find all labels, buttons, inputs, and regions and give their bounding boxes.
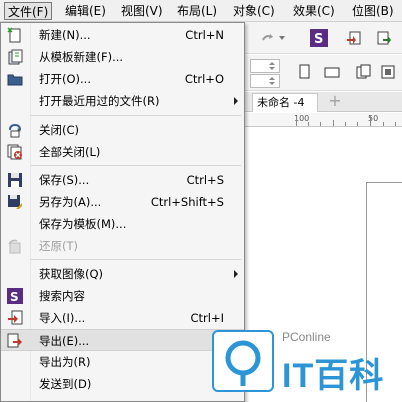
menu-separator [31,259,241,260]
menu-item-label: 导出为(R) [39,355,91,369]
save-icon [8,173,22,187]
new-tab-button[interactable]: + [326,92,344,111]
menu-item-label: 打开(O)... [39,72,91,86]
menu-item-label: 全部关闭(L) [39,145,101,159]
ruler-tick [357,122,358,126]
standard-toolbar: S [238,22,402,54]
menu-item-shortcut: Ctrl+Shift+S [150,195,224,209]
menu-item-save-as[interactable]: 另存为(A)... Ctrl+Shift+S [1,191,244,213]
menu-item-save-as-template[interactable]: 保存为模板(M)... [1,213,244,235]
horizontal-ruler[interactable]: 100 50 [238,113,402,127]
menu-item-label: 导入(I)... [39,311,86,325]
menu-item-close[interactable]: 关闭(C) [1,119,244,141]
menu-item-new[interactable]: 新建(N)... Ctrl+N [1,24,244,46]
spinner-down-icon[interactable] [268,76,276,86]
submenu-arrow-icon [234,270,238,278]
menu-item-label: 发送到(D) [39,377,92,391]
current-page-icon[interactable] [380,64,396,80]
menu-item-label: 导出(E)... [39,334,90,348]
ruler-tick [383,122,384,126]
menu-item-acquire-image[interactable]: 获取图像(Q) [1,263,244,285]
menu-item-label: 保存(S)... [39,173,90,187]
close-document-icon [9,123,21,138]
magnifier-logo-icon [225,340,261,386]
revert-icon [8,239,21,254]
ruler-tick [320,122,321,126]
menu-item-open-recent[interactable]: 打开最近用过的文件(R) [1,90,244,112]
ruler-tick [395,122,396,126]
svg-text:S: S [10,290,19,304]
menu-item-label: 新建(N)... [39,28,91,42]
pconline-watermark: PConline IT百科 [204,322,402,402]
menu-item-new-from-template[interactable]: 从模板新建(F)... [1,46,244,68]
new-document-icon [7,27,21,43]
redo-dropdown-icon[interactable] [278,34,286,42]
watermark-top-text: PConline [282,330,331,344]
menu-bitmap[interactable]: 位图(B) [349,2,397,20]
portrait-icon[interactable] [296,64,312,80]
menu-separator [31,115,241,116]
watermark-logo [212,330,274,392]
menu-item-save[interactable]: 保存(S)... Ctrl+S [1,169,244,191]
menu-item-search-content[interactable]: S 搜索内容 [1,285,244,307]
menu-item-open[interactable]: 打开(O)... Ctrl+O [1,68,244,90]
content-search-icon: S [7,288,23,304]
menu-item-shortcut: Ctrl+N [185,28,224,42]
menubar: 文件(F) 编辑(E) 视图(V) 布局(L) 对象(C) 效果(C) 位图(B… [0,0,402,22]
export-toolbar-icon[interactable] [376,30,392,46]
import-icon [8,310,23,325]
watermark-brand-text: IT百科 [282,357,385,395]
menu-item-label: 保存为模板(M)... [39,217,127,231]
menu-item-label: 搜索内容 [39,289,85,303]
menu-separator [31,165,241,166]
menu-file[interactable]: 文件(F) [4,2,53,20]
menu-item-revert: 还原(T) [1,235,244,257]
new-from-template-icon [8,49,23,65]
ruler-tick [333,120,334,126]
spinner-up-icon[interactable] [268,61,276,71]
menu-item-label: 还原(T) [39,239,78,253]
menu-item-label: 另存为(A)... [39,195,102,209]
menu-item-label: 关闭(C) [39,123,80,137]
property-bar [238,55,402,91]
folder-open-icon [7,74,23,86]
ruler-tick [296,116,297,126]
menu-effects[interactable]: 效果(C) [290,2,338,20]
corel-connect-icon[interactable]: S [310,29,328,47]
save-as-icon [8,195,22,209]
menu-item-shortcut: Ctrl+S [186,173,224,187]
menu-item-shortcut: Ctrl+O [184,72,224,86]
menu-item-label: 打开最近用过的文件(R) [39,94,160,108]
menu-object[interactable]: 对象(C) [230,2,278,20]
all-pages-icon[interactable] [356,64,372,80]
close-all-icon [7,144,22,160]
import-toolbar-icon[interactable] [346,30,362,46]
submenu-arrow-icon [234,97,238,105]
ruler-tick [308,122,309,126]
menu-item-label: 获取图像(Q) [39,267,104,281]
menu-view[interactable]: 视图(V) [118,2,166,20]
ruler-tick [370,116,371,126]
svg-text:S: S [314,32,323,47]
export-icon [7,333,22,348]
ruler-tick [345,122,346,126]
document-tab-bar: 未命名 -4 + [238,92,402,112]
document-tab[interactable]: 未命名 -4 [252,93,318,112]
menu-layout[interactable]: 布局(L) [174,2,220,20]
menu-item-label: 从模板新建(F)... [39,50,124,64]
redo-icon[interactable] [260,30,276,46]
menu-edit[interactable]: 编辑(E) [62,2,109,20]
landscape-icon[interactable] [324,64,340,80]
menu-item-close-all[interactable]: 全部关闭(L) [1,141,244,163]
